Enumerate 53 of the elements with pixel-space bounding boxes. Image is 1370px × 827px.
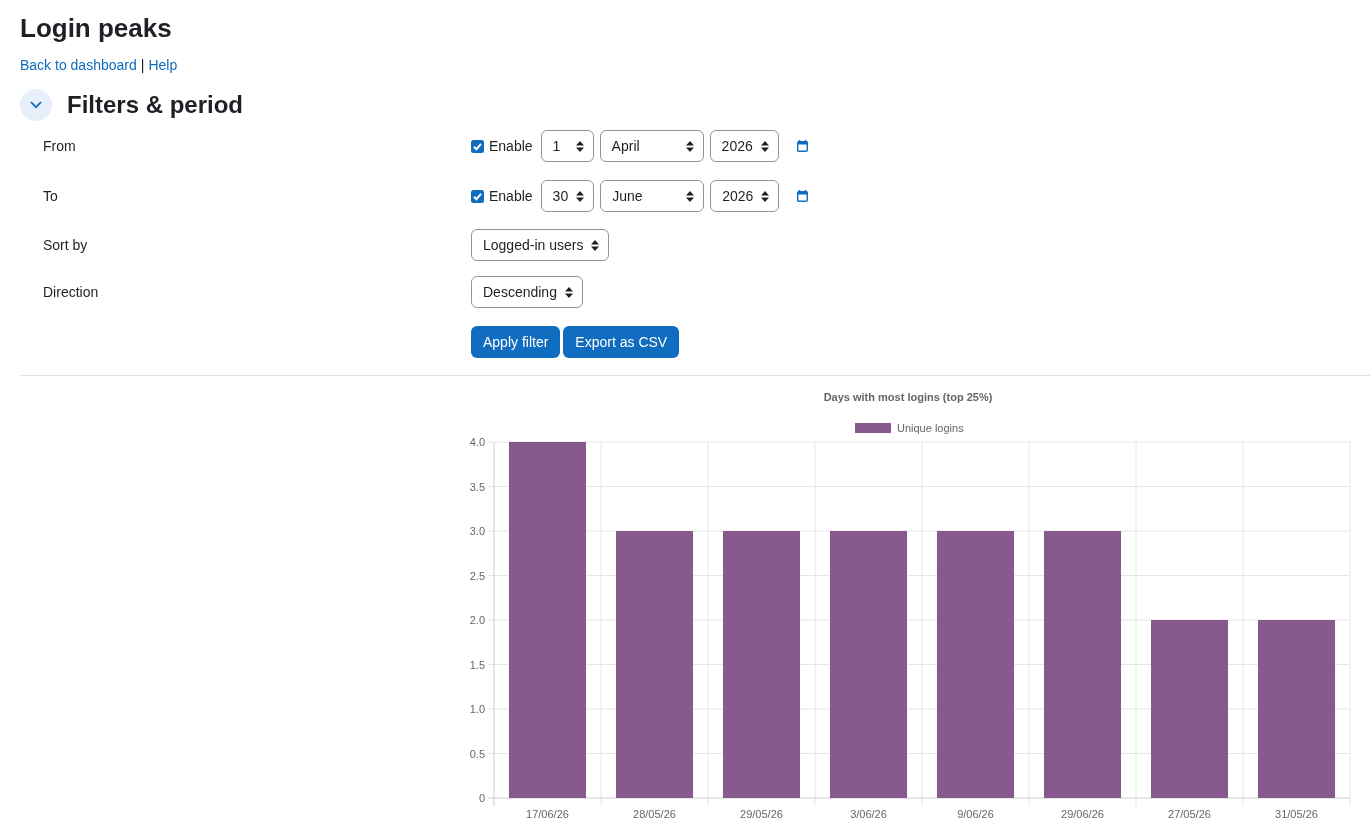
x-tick-label: 31/05/26: [1275, 808, 1318, 820]
chart-title: Days with most logins (top 25%): [823, 391, 993, 403]
up-down-caret-icon: [685, 140, 694, 152]
checkbox[interactable]: [471, 139, 484, 153]
dropdown-select[interactable]: Descending: [471, 276, 583, 308]
up-down-caret-icon: [575, 140, 584, 152]
collapse-button[interactable]: [20, 89, 52, 121]
dropdown-select[interactable]: Logged-in users: [471, 229, 610, 261]
x-tick-label: 29/06/26: [1061, 808, 1104, 820]
year-select[interactable]: 2026: [709, 130, 779, 162]
section-title: Filters & period: [67, 90, 244, 120]
link-separator: |: [140, 56, 145, 75]
y-tick-label: 0: [478, 792, 485, 804]
up-down-caret-icon: [564, 286, 573, 298]
up-down-caret-icon: [591, 239, 600, 251]
up-down-caret-icon: [760, 140, 769, 152]
field-label: Direction: [43, 282, 99, 302]
up-down-caret-icon: [761, 190, 770, 202]
calendar-icon[interactable]: [796, 140, 808, 152]
link[interactable]: Help: [148, 55, 178, 75]
y-tick-label: 4.0: [469, 436, 485, 448]
day-select[interactable]: 30: [540, 180, 595, 212]
month-select[interactable]: June: [600, 180, 705, 212]
year-select[interactable]: 2026: [710, 180, 780, 212]
month-select[interactable]: April: [599, 130, 704, 162]
field-label: Sort by: [43, 235, 88, 255]
checkbox[interactable]: [471, 189, 484, 203]
y-tick-label: 2.0: [469, 614, 485, 626]
link[interactable]: Back to dashboard: [20, 55, 137, 75]
apply-filter-button[interactable]: Apply filter: [471, 326, 561, 358]
field-label: To: [43, 186, 58, 206]
checkbox-label: Enable: [489, 136, 533, 156]
field-label: From: [43, 136, 76, 156]
y-tick-label: 1.5: [469, 658, 485, 671]
x-tick-label: 28/05/26: [633, 808, 676, 820]
export-button[interactable]: Export as CSV: [563, 326, 680, 358]
checkbox-label: Enable: [489, 186, 533, 206]
up-down-caret-icon: [686, 190, 695, 202]
x-tick-label: 9/06/26: [957, 808, 994, 820]
x-tick-label: 3/06/26: [850, 808, 887, 820]
y-tick-label: 2.5: [469, 569, 485, 582]
calendar-icon[interactable]: [797, 190, 809, 202]
y-tick-label: 3.0: [469, 525, 485, 537]
y-tick-label: 1.0: [469, 703, 485, 715]
day-select[interactable]: 1: [540, 130, 594, 162]
up-down-caret-icon: [576, 190, 585, 202]
legend-label: Unique logins: [897, 422, 964, 434]
y-tick-label: 3.5: [469, 480, 485, 493]
page-title: Login peaks: [20, 13, 172, 43]
x-tick-label: 27/05/26: [1168, 808, 1211, 820]
x-tick-label: 17/06/26: [526, 808, 569, 820]
y-tick-label: 0.5: [469, 747, 485, 760]
x-tick-label: 29/05/26: [740, 808, 783, 820]
